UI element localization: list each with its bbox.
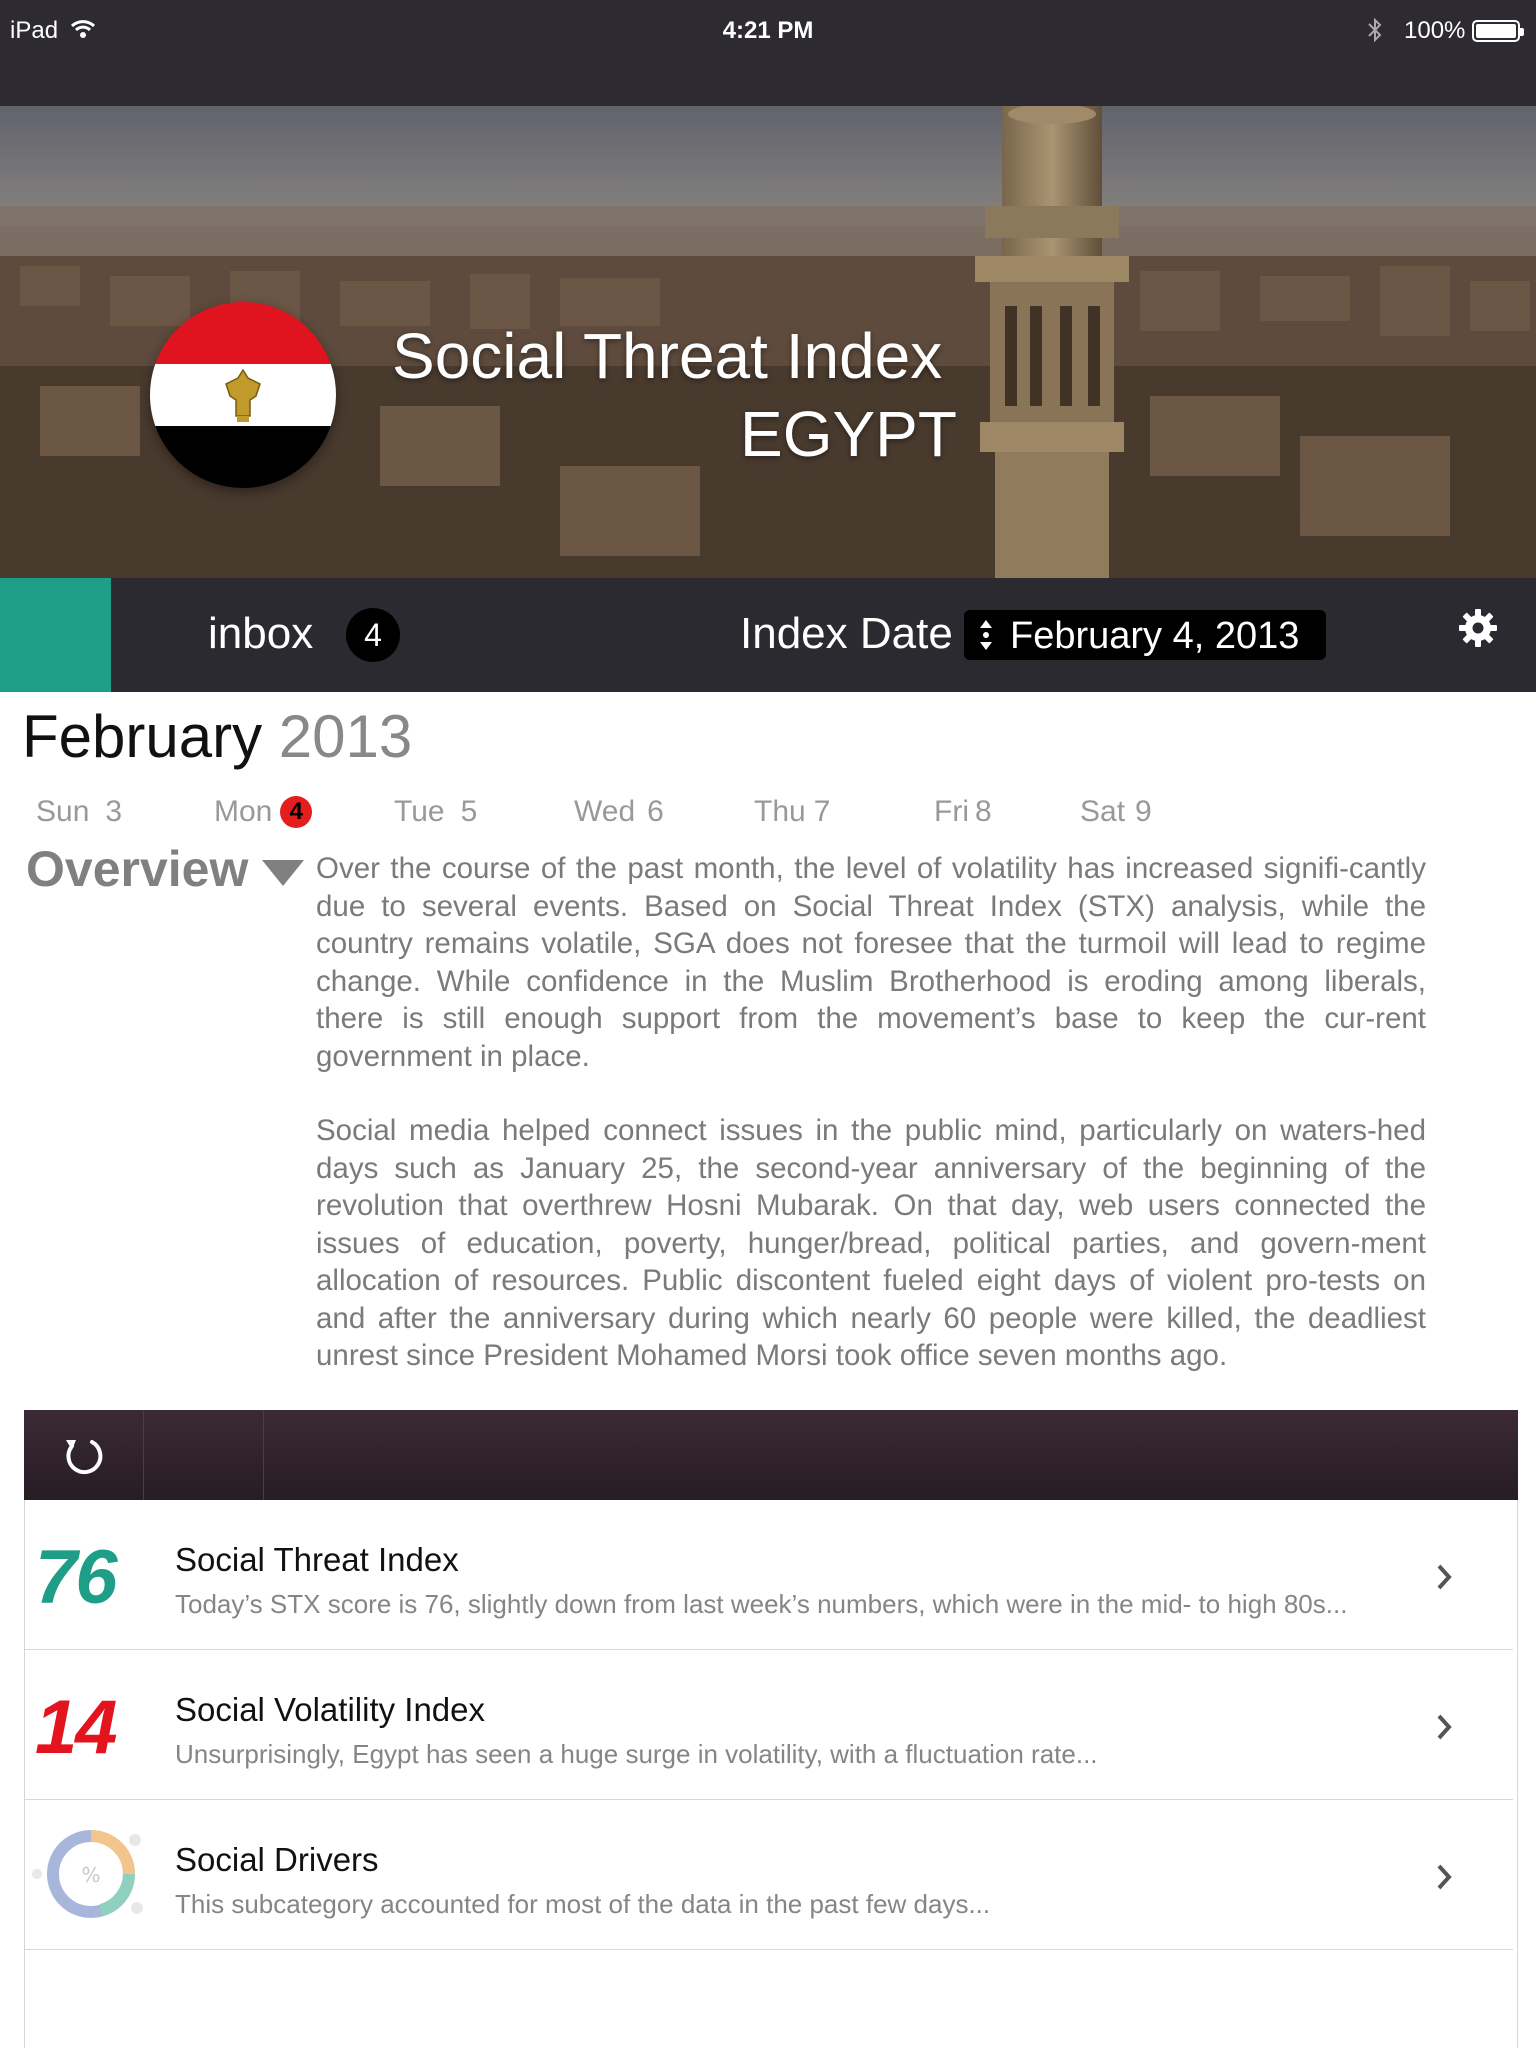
day-fri[interactable]: Fri 8	[934, 792, 992, 832]
day-number: 8	[974, 795, 992, 828]
bluetooth-icon	[1368, 17, 1382, 43]
list-item-social-threat-index[interactable]: 76 Social Threat Index Today’s STX score…	[25, 1500, 1513, 1650]
day-wed[interactable]: Wed 6	[574, 792, 664, 832]
status-bar: iPad 4:21 PM 100%	[0, 0, 1536, 106]
svi-score-badge: 14	[35, 1685, 118, 1770]
eagle-emblem-icon	[225, 368, 261, 422]
donut-percent-icon: %	[32, 1830, 143, 1918]
menu-toggle-button[interactable]	[0, 578, 111, 692]
day-number-selected: 4	[280, 796, 313, 828]
day-name: Tue	[394, 795, 445, 828]
day-tue[interactable]: Tue 5	[394, 792, 477, 832]
inbox-count-badge: 4	[346, 608, 400, 662]
list-item-description: Today’s STX score is 76, slightly down f…	[175, 1589, 1348, 1619]
day-mon[interactable]: Mon 4	[214, 792, 313, 832]
chevron-right-icon	[1437, 1564, 1452, 1590]
chevron-right-icon	[1437, 1864, 1452, 1890]
hero-banner: Social Threat Index EGYPT	[0, 106, 1536, 578]
list-item-title: Social Drivers	[175, 1841, 379, 1878]
month-name: February	[22, 703, 263, 770]
day-name: Mon	[214, 795, 273, 828]
month-year: 2013	[278, 703, 413, 770]
index-date-label: Index Date	[740, 609, 953, 658]
overview-paragraph: Social media helped connect issues in th…	[316, 1114, 1426, 1372]
day-name: Sun	[36, 795, 90, 828]
stx-score-badge: 76	[35, 1535, 118, 1620]
day-number: 9	[1135, 795, 1152, 828]
day-sun[interactable]: Sun 3	[36, 792, 122, 832]
day-name: Fri	[934, 795, 969, 828]
app-title: Social Threat Index	[392, 320, 943, 392]
battery-icon	[1472, 20, 1524, 42]
list-item-social-drivers[interactable]: % Social Drivers This subcategory accoun…	[25, 1800, 1513, 1950]
navigation-bar: inbox 4 Index Date February 4, 2013	[0, 578, 1536, 692]
index-list: 76 Social Threat Index Today’s STX score…	[24, 1500, 1518, 2048]
caret-down-icon[interactable]	[262, 860, 304, 886]
inbox-button[interactable]: inbox	[208, 606, 313, 662]
index-date-picker[interactable]: February 4, 2013	[964, 610, 1326, 660]
day-thu[interactable]: Thu 7	[754, 792, 830, 832]
refresh-button[interactable]	[24, 1410, 144, 1500]
overview-text: Over the course of the past month, the l…	[316, 850, 1426, 1375]
list-item-title: Social Volatility Index	[175, 1691, 486, 1728]
list-item-social-volatility-index[interactable]: 14 Social Volatility Index Unsurprisingl…	[25, 1650, 1513, 1800]
clock: 4:21 PM	[722, 17, 814, 44]
month-heading: February 2013	[22, 700, 412, 774]
toolbar-button[interactable]	[144, 1410, 264, 1500]
country-name: EGYPT	[740, 398, 957, 470]
list-item-title: Social Threat Index	[175, 1541, 459, 1578]
day-name: Sat	[1080, 795, 1126, 828]
list-toolbar	[24, 1410, 1518, 1500]
refresh-icon	[66, 1440, 103, 1475]
day-sat[interactable]: Sat 9	[1080, 792, 1152, 832]
chevron-right-icon	[1437, 1714, 1452, 1740]
day-number: 5	[460, 795, 478, 828]
day-name: Thu	[754, 795, 806, 828]
overview-paragraph: Over the course of the past month, the l…	[316, 852, 1426, 1073]
battery-percentage: 100%	[1404, 17, 1466, 44]
overview-heading[interactable]: Overview	[26, 838, 248, 900]
index-date-value: February 4, 2013	[1010, 615, 1300, 657]
percent-symbol: %	[81, 1863, 100, 1887]
day-number: 7	[813, 795, 831, 828]
egypt-flag-icon	[150, 302, 336, 488]
list-item-description: Unsurprisingly, Egypt has seen a huge su…	[175, 1739, 1098, 1769]
day-number: 3	[105, 795, 123, 828]
gear-icon[interactable]	[1456, 606, 1500, 650]
day-name: Wed	[574, 795, 636, 828]
list-item-description: This subcategory accounted for most of t…	[175, 1889, 991, 1919]
stepper-arrows-icon	[980, 620, 992, 650]
day-number: 6	[647, 795, 664, 828]
